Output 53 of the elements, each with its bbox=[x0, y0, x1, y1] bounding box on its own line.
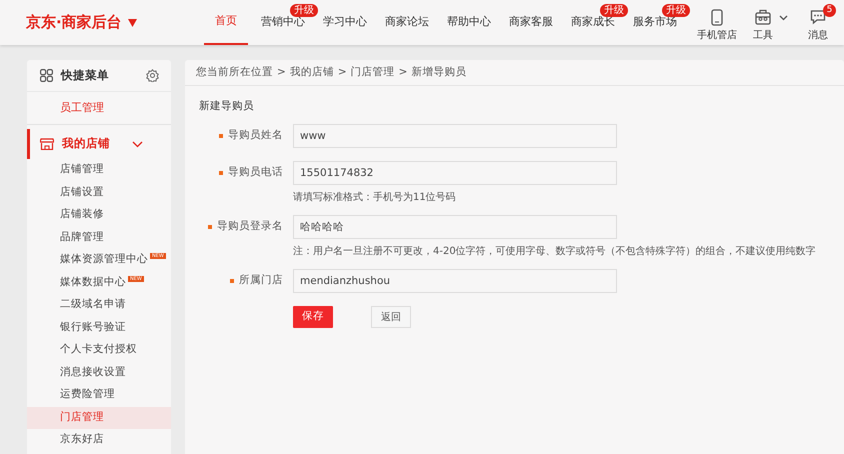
logo-text: 京东·商家后台 bbox=[26, 12, 122, 34]
tool-button[interactable]: 手机管店 bbox=[695, 8, 739, 42]
grid-icon bbox=[40, 69, 53, 82]
nav-tab[interactable]: 商家客服 bbox=[500, 0, 562, 45]
hint-text: 请填写标准格式：手机号为11位号码 bbox=[293, 190, 457, 205]
breadcrumb-separator: > bbox=[277, 64, 286, 80]
hint-text: 注：用户名一旦注册不可更改，4-20位字符，可使用字母、数字或符号（不包含特殊字符）的组合，不建议使用纯数字 bbox=[293, 244, 816, 259]
count-badge: 5 bbox=[823, 4, 836, 16]
input-field[interactable]: www bbox=[293, 124, 617, 148]
chat-bubble-icon bbox=[810, 8, 826, 26]
field-label: 导购员电话 bbox=[228, 165, 283, 180]
breadcrumb-link[interactable]: 我的店铺 bbox=[290, 64, 334, 80]
sidebar-item[interactable]: 京东好店 bbox=[27, 429, 171, 452]
sidebar-item[interactable]: 店铺管理 bbox=[27, 159, 171, 182]
upgrade-badge: 升级 bbox=[600, 4, 628, 17]
sidebar-item[interactable]: 银行账号验证 bbox=[27, 316, 171, 339]
sidebar-item[interactable]: 运费险管理 bbox=[27, 384, 171, 406]
sidebar-item[interactable]: 店铺装修 bbox=[27, 204, 171, 226]
sidebar-item[interactable]: 消息接收设置 bbox=[27, 362, 171, 384]
back-button[interactable]: 返回 bbox=[371, 306, 411, 328]
breadcrumb-link[interactable]: 门店管理 bbox=[350, 64, 395, 80]
phone-icon bbox=[709, 8, 725, 26]
field-label: 所属门店 bbox=[239, 273, 283, 288]
breadcrumb-current: 新增导购员 bbox=[411, 64, 466, 80]
nav-tab[interactable]: 帮助中心 bbox=[438, 0, 500, 45]
sidebar-item[interactable]: 店铺设置 bbox=[27, 182, 171, 204]
nav-tab[interactable]: 首页 bbox=[204, 0, 248, 45]
upgrade-badge: 升级 bbox=[662, 4, 690, 17]
caret-icon bbox=[128, 18, 137, 26]
sidebar-section[interactable]: 我的店铺 bbox=[27, 129, 171, 159]
tool-button[interactable]: 工具 bbox=[751, 8, 775, 42]
toolbox-icon bbox=[755, 8, 771, 26]
breadcrumb-separator: > bbox=[398, 64, 408, 80]
input-field[interactable]: 15501174832 bbox=[293, 161, 617, 185]
sidebar-item[interactable]: 门店管理 bbox=[27, 406, 171, 429]
upgrade-badge: 升级 bbox=[290, 4, 318, 17]
quick-menu-link[interactable]: 员工管理 bbox=[27, 92, 171, 125]
breadcrumb-label: 您当前所在位置 bbox=[196, 64, 273, 80]
field-label: 导购员登录名 bbox=[217, 219, 283, 234]
form-title: 新建导购员 bbox=[198, 99, 255, 114]
chevron-down-icon bbox=[132, 140, 143, 148]
sidebar-heading: 快捷菜单 bbox=[61, 66, 109, 84]
store-icon bbox=[40, 138, 54, 150]
nav-tab[interactable]: 商家论坛 bbox=[376, 0, 438, 45]
sidebar-item[interactable]: 品牌管理 bbox=[27, 226, 171, 249]
save-button[interactable]: 保存 bbox=[293, 306, 333, 328]
sidebar-item[interactable]: 个人卡支付授权 bbox=[27, 339, 171, 362]
field-label: 导购员姓名 bbox=[228, 128, 283, 144]
sidebar-item[interactable]: 二级域名申请 bbox=[27, 294, 171, 316]
settings-icon bbox=[146, 69, 159, 82]
breadcrumb-separator: > bbox=[338, 64, 347, 80]
input-field[interactable]: mendianzhushou bbox=[293, 269, 617, 293]
input-field[interactable]: 哈哈哈哈 bbox=[293, 215, 617, 239]
